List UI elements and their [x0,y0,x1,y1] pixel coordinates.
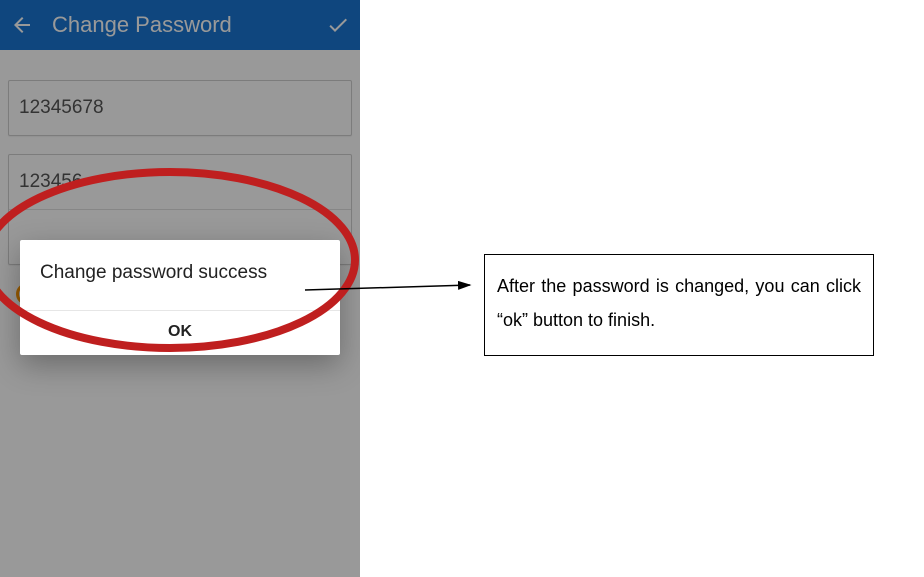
explanation-box: After the password is changed, you can c… [484,254,874,356]
dialog-message: Change password success [20,240,340,311]
explanation-text: After the password is changed, you can c… [497,276,861,330]
success-dialog: Change password success OK [20,240,340,355]
ok-button[interactable]: OK [20,311,340,355]
phone-screenshot: Change Password Show Password Change pas… [0,0,360,577]
